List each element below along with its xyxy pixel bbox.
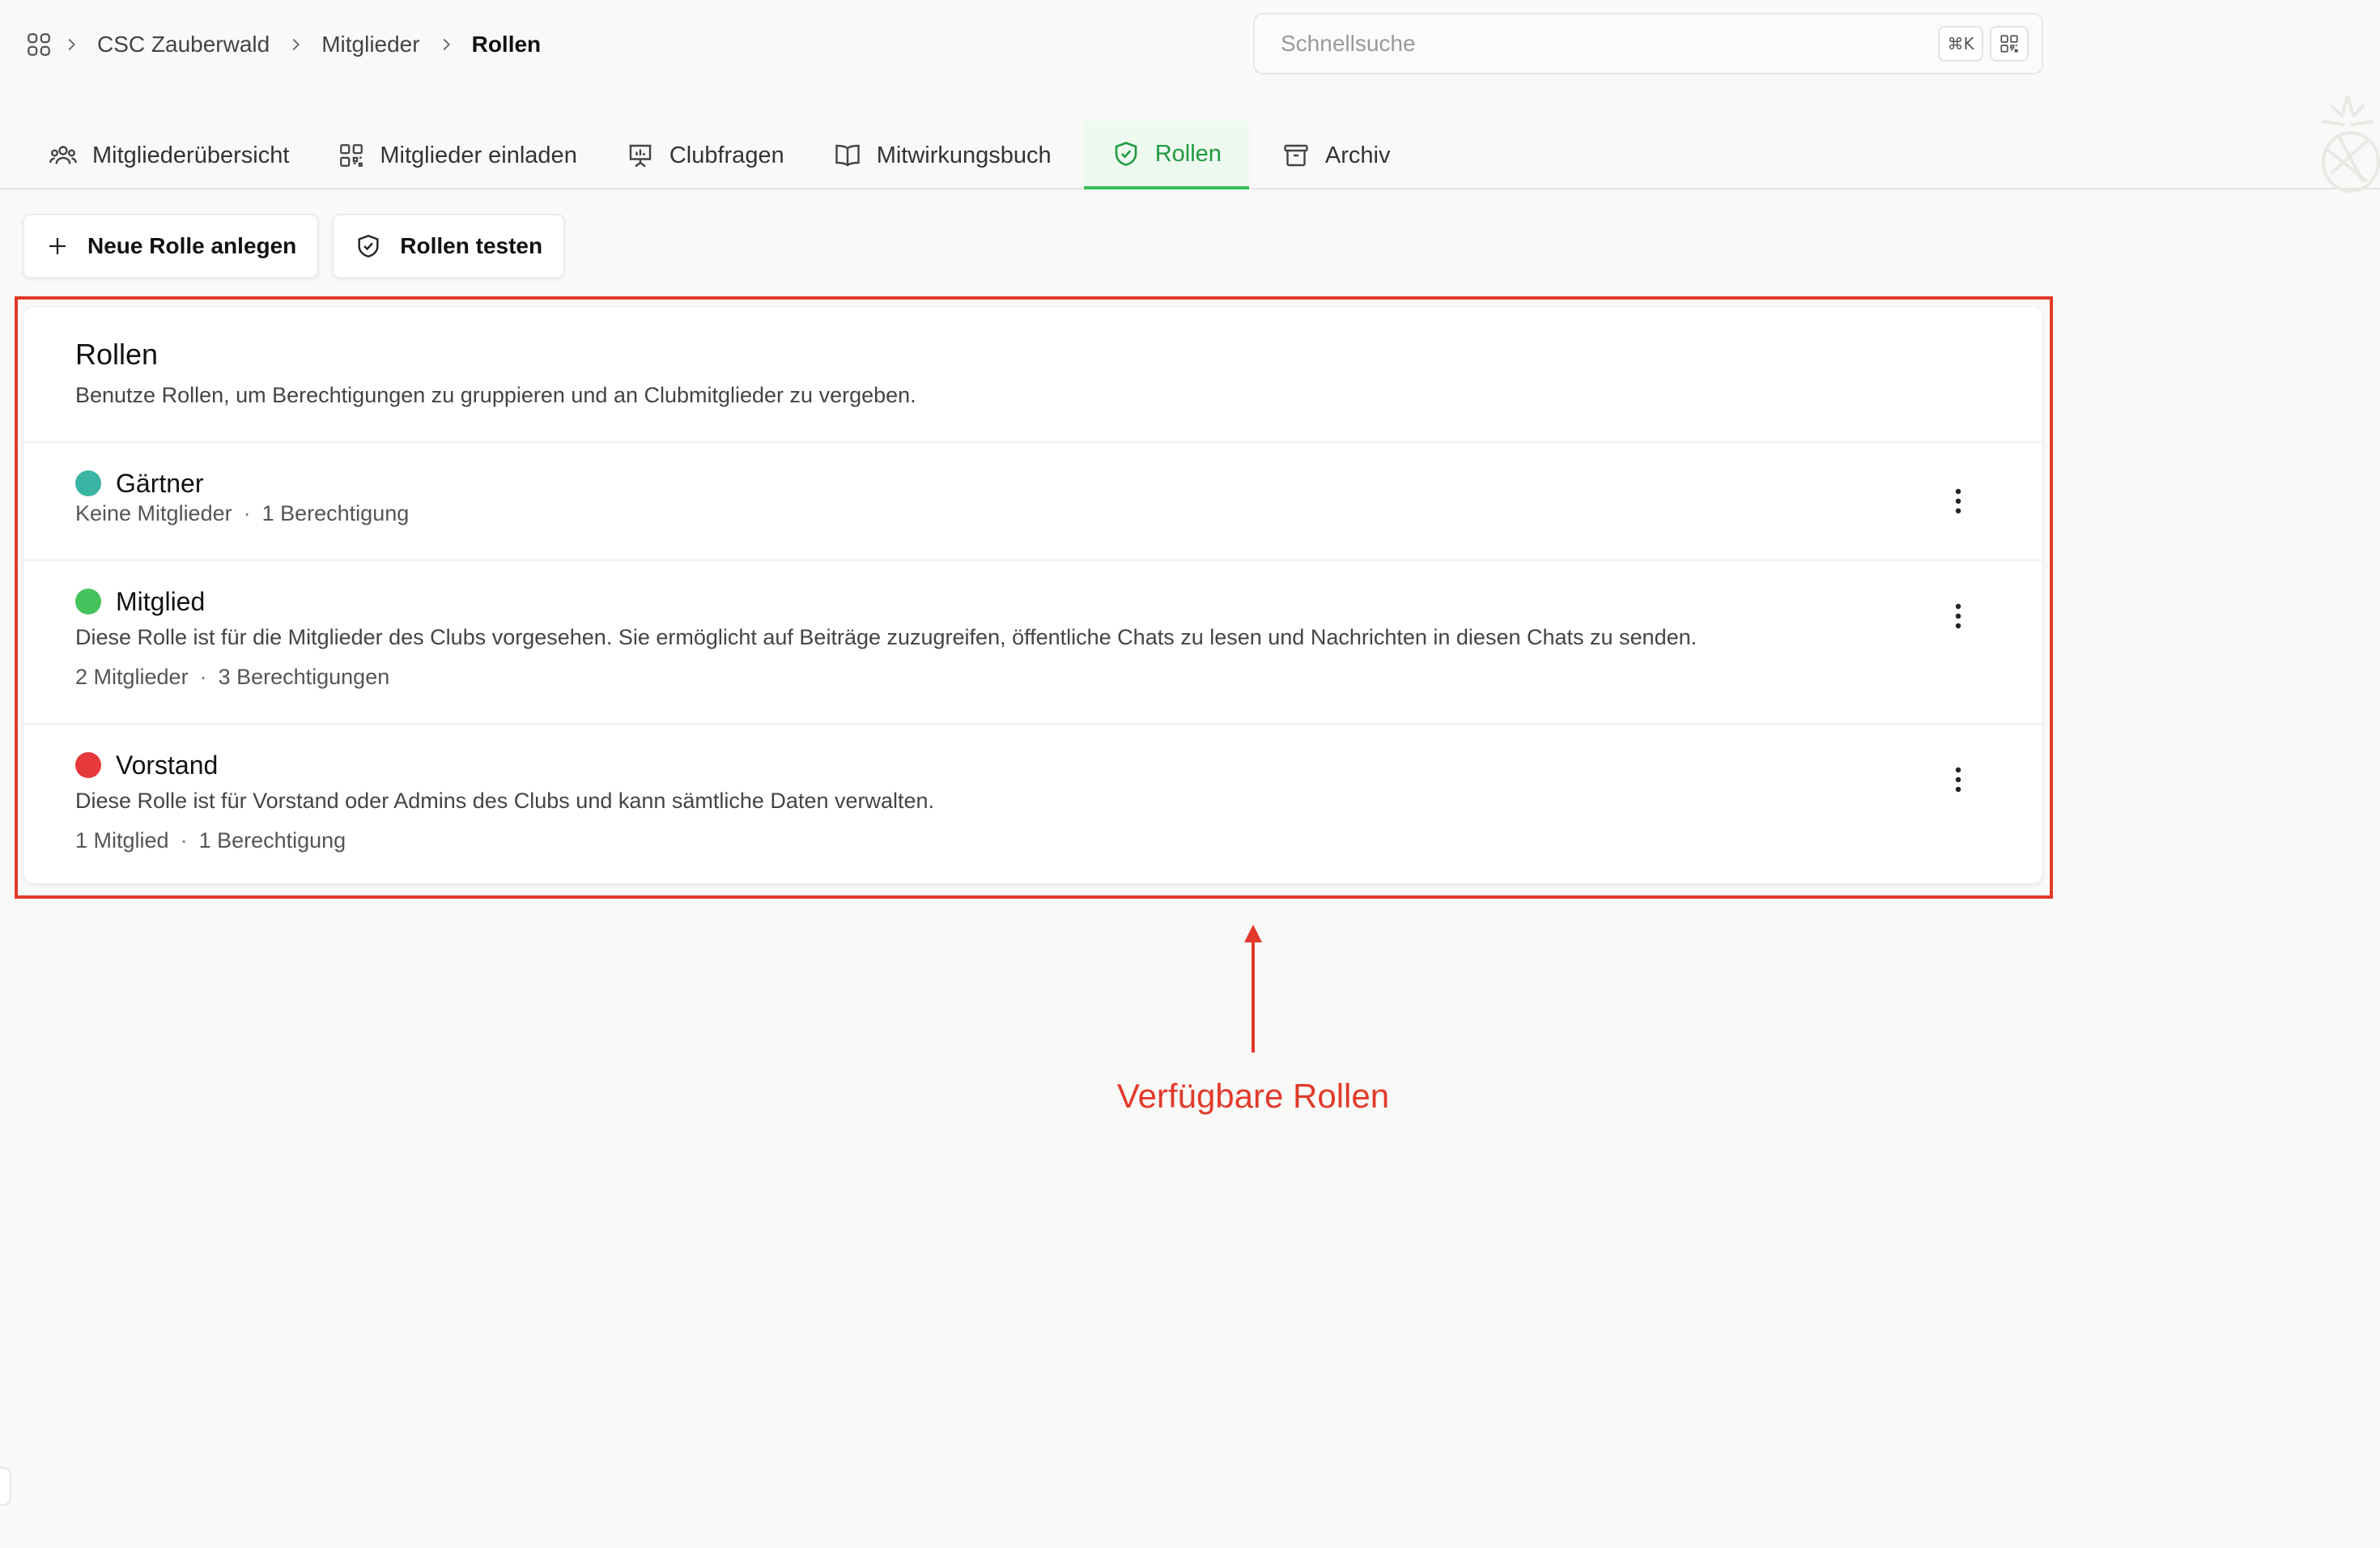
annotation-arrow-icon [1244,925,1262,1053]
tab-label: Clubfragen [669,142,784,168]
qr-scan-button[interactable] [1990,26,2029,62]
role-permission-count: 3 Berechtigungen [218,665,390,689]
sidebar-toggle-handle[interactable] [0,1467,11,1506]
apps-grid-icon[interactable] [23,28,55,61]
test-roles-label: Rollen testen [400,233,543,258]
role-color-dot [75,589,101,615]
role-permission-count: 1 Berechtigung [261,501,410,525]
role-description: Diese Rolle ist für Vorstand oder Admins… [75,789,935,813]
tab-club-questions[interactable]: Clubfragen [610,121,817,189]
tab-roles[interactable]: Rollen [1083,121,1249,189]
tab-label: Mitglieder einladen [380,142,577,168]
role-meta: 2 Mitglieder · 3 Berechtigungen [75,665,1991,690]
role-member-count: 1 Mitglied [75,828,169,853]
meta-separator: · [243,501,251,525]
users-icon [49,146,77,164]
role-member-count: Keine Mitglieder [75,501,232,525]
tab-participation-book[interactable]: Mitwirkungsbuch [817,121,1084,189]
tab-member-overview[interactable]: Mitgliederübersicht [32,121,321,189]
role-item-gaertner[interactable]: Gärtner Keine Mitglieder · 1 Berechtigun… [23,443,2042,561]
role-item-mitglied[interactable]: Mitglied Diese Rolle ist für die Mitglie… [23,561,2042,725]
kebab-menu-icon [1955,488,1961,514]
chevron-right-icon [430,36,462,53]
role-name: Vorstand [116,750,219,780]
toolbar: Neue Rolle anlegen Rollen testen [23,214,566,279]
chevron-right-icon [55,36,87,53]
presentation-chart-icon [629,144,652,168]
search-input[interactable] [1281,31,1932,57]
tab-label: Rollen [1154,140,1222,167]
quick-search[interactable]: ⌘K [1253,13,2043,74]
more-options-button[interactable] [1942,755,1974,804]
role-name: Mitglied [116,586,206,616]
role-member-count: 2 Mitglieder [75,665,189,689]
roles-card-title: Rollen [75,338,159,371]
test-roles-button[interactable]: Rollen testen [332,214,566,279]
plus-icon [49,238,66,254]
qr-code-icon [340,144,363,167]
role-meta: Keine Mitglieder · 1 Berechtigung [75,501,1991,526]
breadcrumb: CSC Zauberwald Mitglieder Rollen [23,24,550,65]
role-color-dot [75,470,101,496]
archive-icon [1284,144,1308,167]
tab-archive[interactable]: Archiv [1249,121,1423,189]
role-name: Gärtner [116,468,204,498]
tab-bar: Mitgliederübersicht Mitglieder einladen … [0,121,2380,189]
annotation-label: Verfügbare Rollen [1116,1077,1390,1115]
meta-separator: · [180,828,188,853]
shield-check-icon [358,234,379,257]
shield-check-icon [1115,142,1137,166]
role-permission-count: 1 Berechtigung [198,828,346,853]
shortcut-badge: ⌘K [1938,26,1983,62]
role-meta: 1 Mitglied · 1 Berechtigung [75,828,1991,853]
new-role-button[interactable]: Neue Rolle anlegen [23,214,320,279]
kebab-menu-icon [1955,603,1961,629]
meta-separator: · [199,665,207,689]
role-item-vorstand[interactable]: Vorstand Diese Rolle ist für Vorstand od… [23,725,2042,883]
qr-code-icon [2000,35,2018,53]
breadcrumb-members[interactable]: Mitglieder [321,32,419,57]
new-role-label: Neue Rolle anlegen [87,233,297,258]
role-color-dot [75,752,101,778]
more-options-button[interactable] [1942,477,1974,525]
page: CSC Zauberwald Mitglieder Rollen ⌘K Mitg… [0,0,2380,1548]
book-icon [835,144,860,167]
chevron-right-icon [279,36,312,53]
roles-card: Rollen Benutze Rollen, um Berechtigungen… [23,306,2043,884]
breadcrumb-club[interactable]: CSC Zauberwald [97,32,270,57]
pineapple-logo-icon [2321,95,2380,193]
tab-label: Mitgliederübersicht [92,142,290,168]
breadcrumb-current: Rollen [471,32,542,57]
roles-card-description: Benutze Rollen, um Berechtigungen zu gru… [75,383,916,407]
tab-invite-members[interactable]: Mitglieder einladen [321,121,609,189]
roles-card-header: Rollen Benutze Rollen, um Berechtigungen… [23,307,2042,443]
role-description: Diese Rolle ist für die Mitglieder des C… [75,625,1698,649]
tab-label: Mitwirkungsbuch [876,142,1052,168]
tab-label: Archiv [1324,142,1391,168]
more-options-button[interactable] [1942,592,1974,640]
kebab-menu-icon [1955,767,1961,793]
